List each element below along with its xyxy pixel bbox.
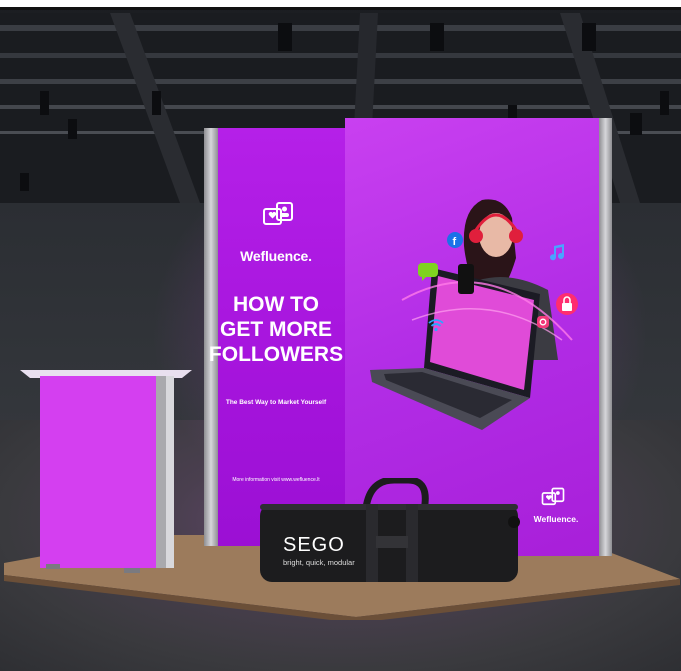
chat-heart-icon: [263, 202, 293, 225]
facebook-icon: f: [447, 232, 463, 248]
bag-brand: SEGO: [283, 534, 345, 556]
carry-bag: [260, 478, 520, 582]
headline-line-2: GET MORE: [219, 318, 332, 341]
chat-heart-icon-small: [541, 487, 565, 506]
display-counter: [20, 370, 192, 573]
headline: HOW TO GET MORE FOLLOWERS: [205, 292, 347, 367]
lock-icon: [556, 293, 578, 315]
laptop-influencer-illustration: [370, 199, 573, 430]
panel-frame-right: [599, 118, 612, 556]
headline-line-3: FOLLOWERS: [208, 343, 344, 366]
brand-name-small: Wefluence.: [533, 514, 579, 524]
tagline: The Best Way to Market Yourself: [225, 399, 327, 406]
exhibition-hall-scene: Wefluence. HOW TO GET MORE FOLLOWERS The…: [0, 0, 681, 671]
top-border: [0, 0, 681, 10]
svg-text:f: f: [453, 236, 457, 248]
chat-bubble-icon: [418, 263, 438, 281]
brand-name: Wefluence.: [240, 248, 312, 264]
bag-slogan: bright, quick, modular: [283, 558, 355, 567]
instagram-icon: [537, 316, 549, 328]
music-note-icon: [550, 244, 565, 261]
wifi-icon: [428, 319, 444, 332]
headline-line-1: HOW TO: [233, 293, 319, 316]
